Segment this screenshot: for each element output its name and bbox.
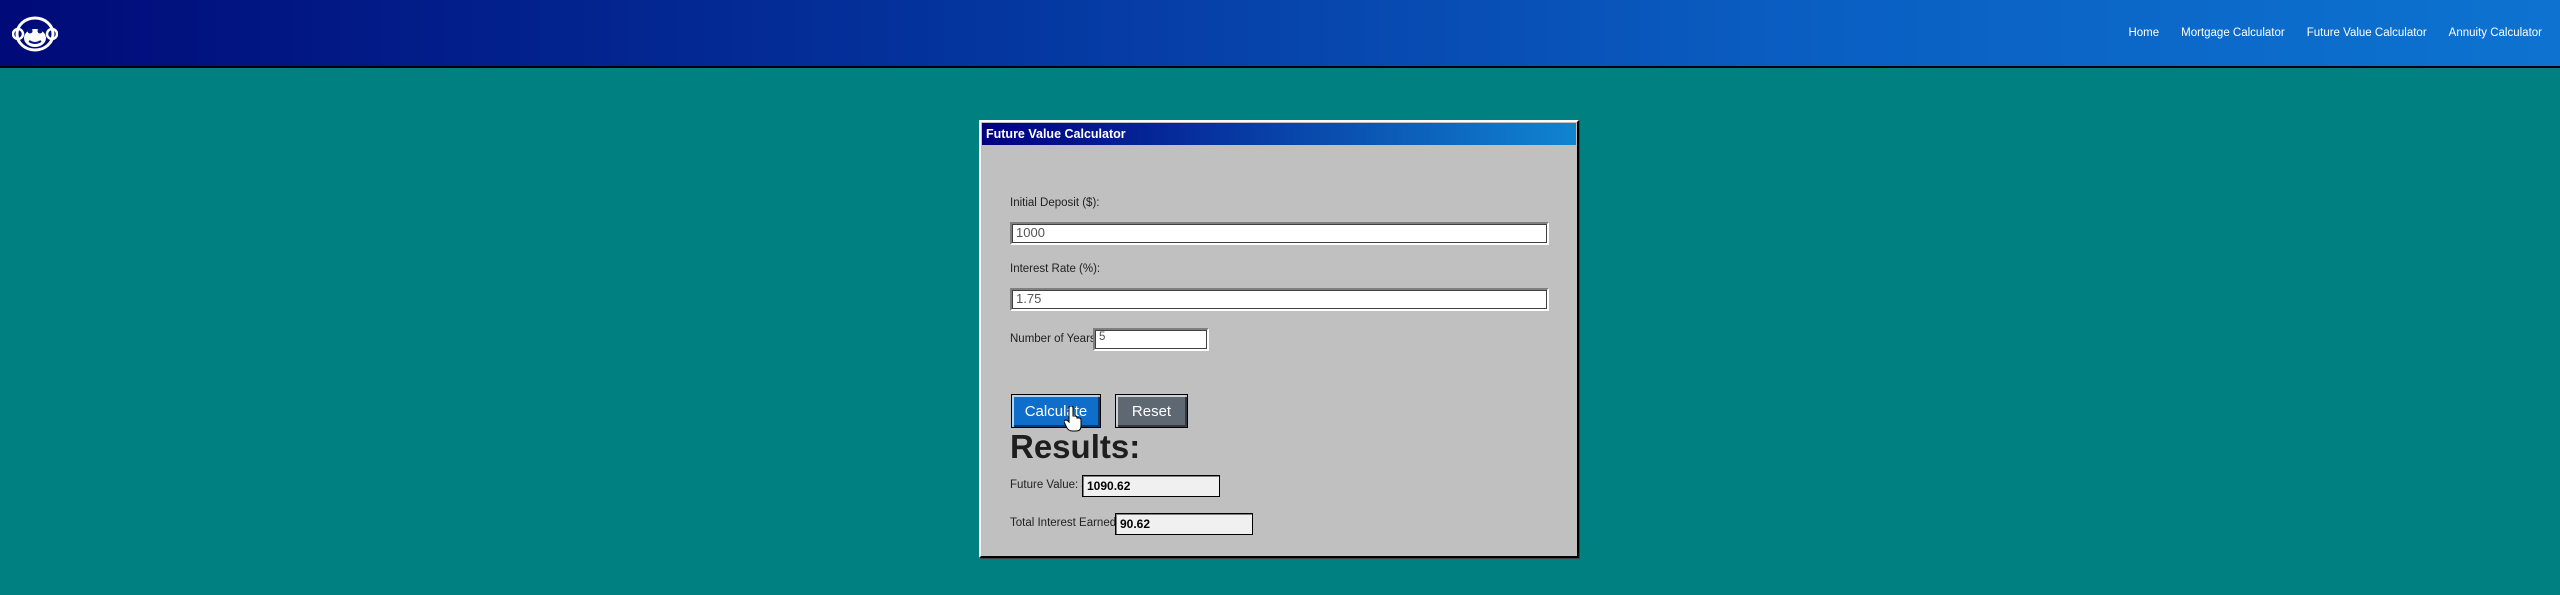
monkey-logo-icon[interactable] [12,14,58,54]
total-interest-output: 90.62 [1115,513,1253,535]
future-value-label: Future Value: $ [1010,479,1088,491]
nav-future-value-calculator-link[interactable]: Future Value Calculator [2307,27,2427,39]
nav-mortgage-calculator-link[interactable]: Mortgage Calculator [2181,27,2285,39]
years-input[interactable]: 5 [1093,328,1209,351]
interest-rate-label: Interest Rate (%): [1010,263,1101,275]
future-value-output: 1090.62 [1082,475,1220,497]
nav-annuity-calculator-link[interactable]: Annuity Calculator [2449,27,2542,39]
results-heading: Results: [1010,428,1141,465]
years-label: Number of Years: [1010,333,1099,345]
interest-rate-input[interactable]: 1.75 [1010,288,1549,311]
calculate-button[interactable]: Calculate [1011,394,1101,428]
window-title: Future Value Calculator [982,123,1576,145]
total-interest-label: Total Interest Earned: $ [1010,517,1129,529]
reset-button[interactable]: Reset [1115,394,1188,428]
initial-deposit-input[interactable]: 1000 [1010,222,1549,245]
nav-home-link[interactable]: Home [2128,27,2159,39]
initial-deposit-label: Initial Deposit ($): [1010,197,1100,209]
main-nav: Home Mortgage Calculator Future Value Ca… [2128,0,2542,66]
top-navigation-bar: Home Mortgage Calculator Future Value Ca… [0,0,2560,68]
calculator-window: Future Value Calculator Initial Deposit … [979,120,1579,558]
